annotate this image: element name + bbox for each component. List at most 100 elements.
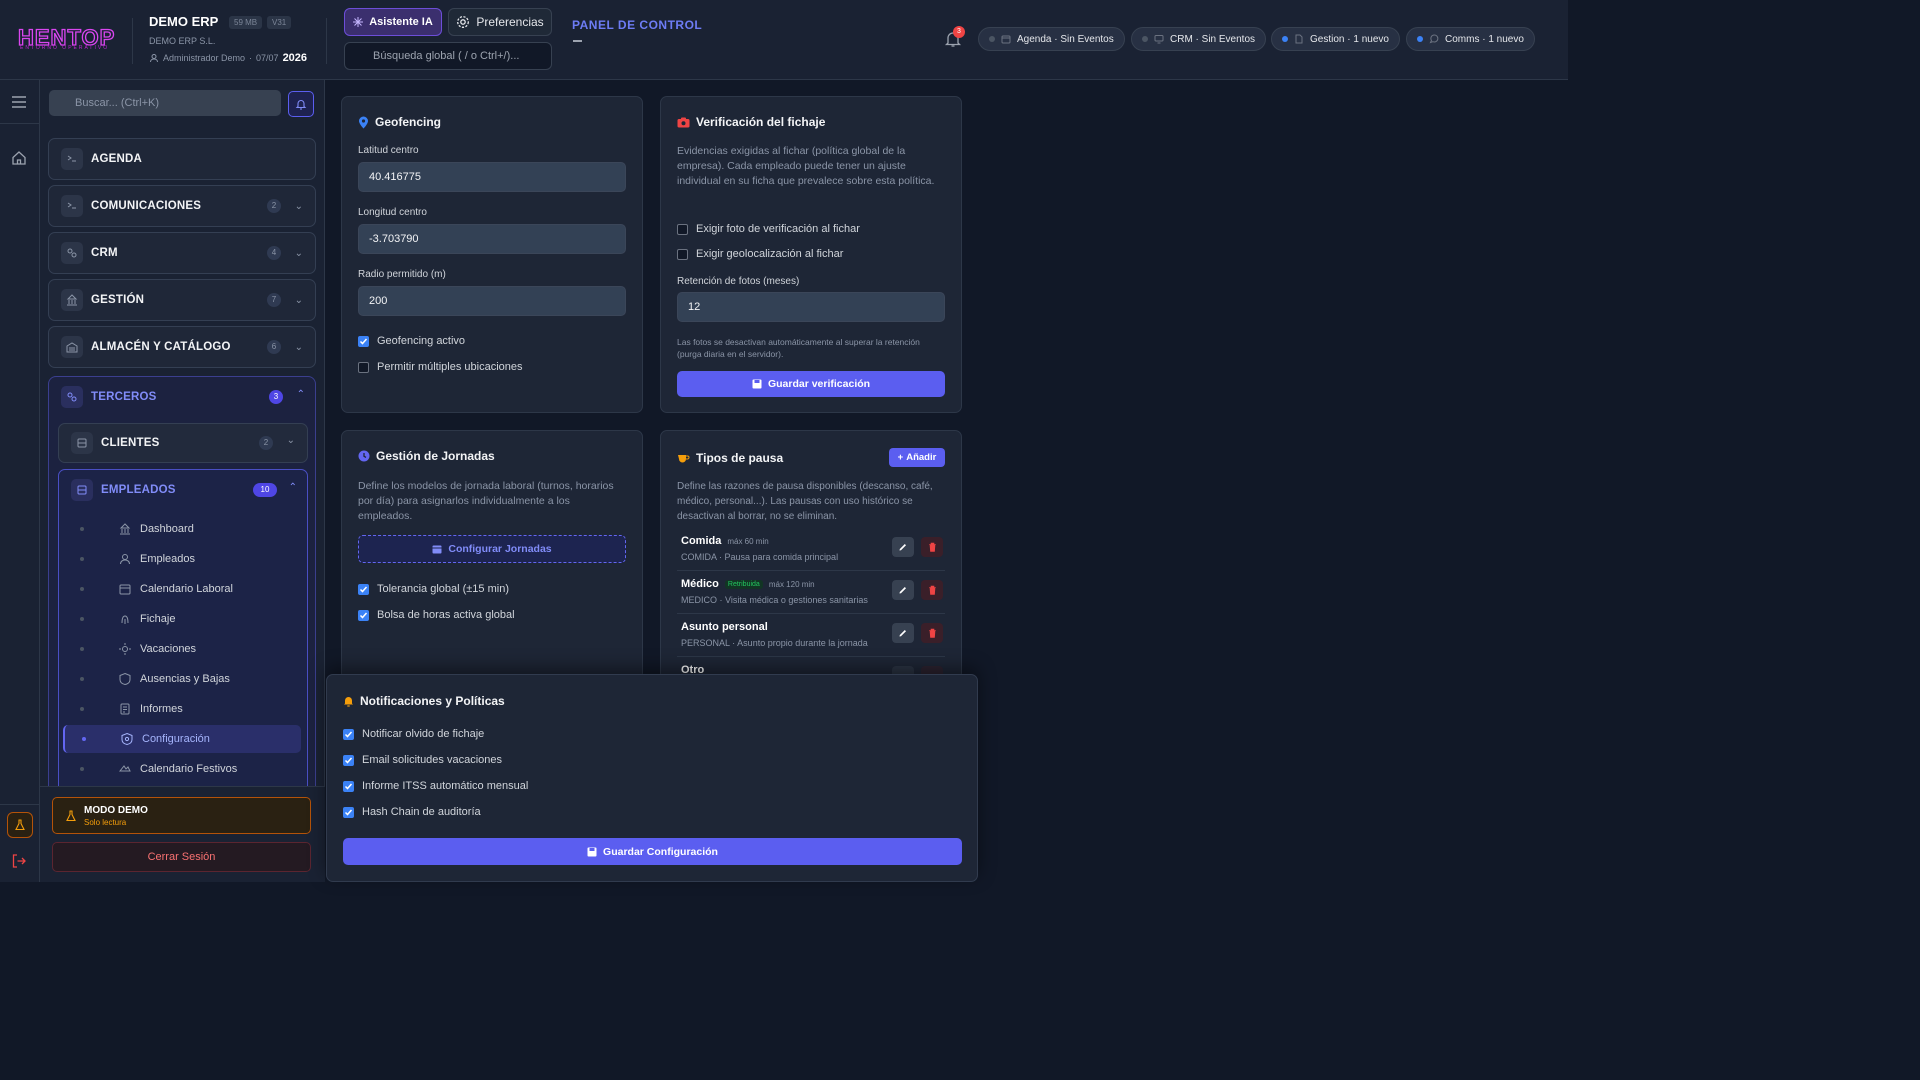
verification-card: Verificación del fichaje Evidencias exig… [660, 96, 962, 413]
terceros-header[interactable]: TERCEROS 3 ⌃ [49, 377, 315, 419]
empleados-icon [71, 479, 93, 501]
sidebar-subitem-ausencias[interactable]: Ausencias y Bajas [63, 665, 301, 693]
calendar-icon [1001, 35, 1011, 44]
require-geo-checkbox[interactable]: Exigir geolocalización al fichar [677, 248, 843, 260]
demo-mode-icon-button[interactable] [7, 812, 33, 838]
notifications-count-badge: 3 [953, 26, 965, 38]
shield-icon [119, 672, 131, 686]
email-vacation-requests-checkbox[interactable]: Email solicitudes vacaciones [343, 754, 502, 766]
chevron-down-icon: ⌄ [294, 200, 303, 212]
lng-label: Longitud centro [358, 207, 427, 218]
break-types-description: Define las razones de pausa disponibles … [677, 481, 933, 522]
chevron-up-icon: ⌃ [296, 389, 305, 400]
gestion-icon [61, 289, 83, 311]
sidebar-subitem-dashboard[interactable]: Dashboard [63, 515, 301, 543]
count-badge: 6 [267, 340, 281, 354]
monitor-icon [1154, 35, 1164, 44]
sidebar-item-clientes[interactable]: CLIENTES 2 ⌄ [58, 423, 308, 463]
count-badge: 7 [267, 293, 281, 307]
agenda-status-pill[interactable]: Agenda · Sin Eventos [978, 27, 1125, 51]
sidebar-search-input[interactable]: Buscar... (Ctrl+K) [49, 90, 281, 116]
demo-mode-banner[interactable]: MODO DEMO Solo lectura [52, 797, 311, 834]
divider [0, 123, 39, 124]
sidebar-group-empleados: EMPLEADOS 10 ⌃ Dashboard Empleados Calen… [58, 469, 309, 795]
hours-bank-checkbox[interactable]: Bolsa de horas activa global [358, 609, 515, 621]
map-pin-icon [359, 116, 368, 128]
checkbox-checked[interactable] [358, 609, 369, 621]
delete-button[interactable] [921, 580, 943, 600]
global-search-input[interactable]: Búsqueda global ( / o Ctrl+/)... [344, 42, 552, 70]
global-tolerance-checkbox[interactable]: Tolerancia global (±15 min) [358, 583, 509, 595]
edit-button[interactable] [892, 537, 914, 557]
checkbox-unchecked[interactable] [677, 248, 688, 260]
card-title: Geofencing [358, 115, 441, 129]
sidebar-subitem-configuracion[interactable]: Configuración [63, 725, 301, 753]
configure-workdays-button[interactable]: Configurar Jornadas [358, 535, 626, 563]
divider [0, 804, 39, 805]
sidebar-subitem-informes[interactable]: Informes [63, 695, 301, 723]
card-title: Verificación del fichaje [677, 115, 825, 129]
lng-input[interactable]: -3.703790 [358, 224, 626, 254]
geofencing-card: Geofencing Latitud centro 40.416775 Long… [341, 96, 643, 413]
lat-input[interactable]: 40.416775 [358, 162, 626, 192]
company-legal-name: DEMO ERP S.L. [149, 36, 216, 46]
delete-button[interactable] [921, 537, 943, 557]
home-icon[interactable] [11, 150, 27, 166]
sidebar-subitem-calendario-laboral[interactable]: Calendario Laboral [63, 575, 301, 603]
checkbox-checked[interactable] [358, 335, 369, 347]
save-configuration-button[interactable]: Guardar Configuración [343, 838, 962, 865]
crm-status-pill[interactable]: CRM · Sin Eventos [1131, 27, 1267, 51]
checkbox-unchecked[interactable] [358, 361, 369, 373]
chevron-down-icon: ⌄ [294, 247, 303, 259]
checkbox-checked[interactable] [358, 583, 369, 595]
geofencing-active-checkbox[interactable]: Geofencing activo [358, 335, 465, 347]
gestion-status-pill[interactable]: Gestion · 1 nuevo [1271, 27, 1400, 51]
count-badge: 2 [259, 436, 273, 450]
user-name: Administrador Demo [163, 53, 246, 63]
count-badge: 10 [253, 483, 277, 497]
require-photo-checkbox[interactable]: Exigir foto de verificación al fichar [677, 223, 860, 235]
ai-assistant-button[interactable]: Asistente IA [344, 8, 442, 36]
delete-button[interactable] [921, 623, 943, 643]
sidebar-item-comunicaciones[interactable]: COMUNICACIONES 2 ⌄ [48, 185, 316, 227]
checkbox-checked[interactable] [343, 806, 354, 818]
checkbox-unchecked[interactable] [677, 223, 688, 235]
logout-button[interactable]: Cerrar Sesión [52, 842, 311, 872]
sidebar-item-crm[interactable]: CRM 4 ⌄ [48, 232, 316, 274]
sidebar-item-agenda[interactable]: AGENDA [48, 138, 316, 180]
title-underline [573, 40, 582, 42]
add-break-type-button[interactable]: + Añadir [889, 448, 945, 467]
camera-icon [677, 117, 690, 127]
sidebar-subitem-vacaciones[interactable]: Vacaciones [63, 635, 301, 663]
radius-input[interactable]: 200 [358, 286, 626, 316]
checkbox-checked[interactable] [343, 780, 354, 792]
notify-missing-clockin-checkbox[interactable]: Notificar olvido de fichaje [343, 728, 484, 740]
sidebar-bell-button[interactable] [288, 91, 314, 117]
checkbox-checked[interactable] [343, 754, 354, 766]
list-item: Comida máx 60 min COMIDA · Pausa para com… [677, 528, 945, 571]
itss-monthly-report-checkbox[interactable]: Informe ITSS automático mensual [343, 780, 528, 792]
sidebar-item-gestion[interactable]: GESTIÓN 7 ⌄ [48, 279, 316, 321]
edit-button[interactable] [892, 623, 914, 643]
hamburger-menu-icon[interactable] [11, 95, 27, 109]
empleados-header[interactable]: EMPLEADOS 10 ⌃ [59, 470, 309, 510]
save-verification-button[interactable]: Guardar verificación [677, 371, 945, 397]
multi-location-checkbox[interactable]: Permitir múltiples ubicaciones [358, 361, 523, 373]
edit-button[interactable] [892, 580, 914, 600]
preferences-button[interactable]: Preferencias [448, 8, 552, 36]
sidebar-subitem-empleados[interactable]: Empleados [63, 545, 301, 573]
sidebar: Buscar... (Ctrl+K) AGENDA COMUNICACIONES… [40, 80, 325, 882]
version-chip: V31 [267, 16, 292, 29]
report-icon [120, 703, 130, 715]
audit-hash-chain-checkbox[interactable]: Hash Chain de auditoría [343, 806, 481, 818]
sidebar-subitem-fichaje[interactable]: Fichaje [63, 605, 301, 633]
sidebar-item-almacen[interactable]: ALMACÉN Y CATÁLOGO 6 ⌄ [48, 326, 316, 368]
comms-status-pill[interactable]: Comms · 1 nuevo [1406, 27, 1535, 51]
verification-description: Evidencias exigidas al fichar (política … [677, 145, 935, 187]
retention-input[interactable]: 12 [677, 292, 945, 322]
sidebar-subitem-calendario-festivos[interactable]: Calendario Festivos [63, 755, 301, 783]
checkbox-checked[interactable] [343, 728, 354, 740]
logout-icon[interactable] [11, 853, 27, 869]
workday-description: Define los modelos de jornada laboral (t… [358, 480, 614, 522]
retention-note: Las fotos se desactivan automáticamente … [677, 337, 920, 359]
